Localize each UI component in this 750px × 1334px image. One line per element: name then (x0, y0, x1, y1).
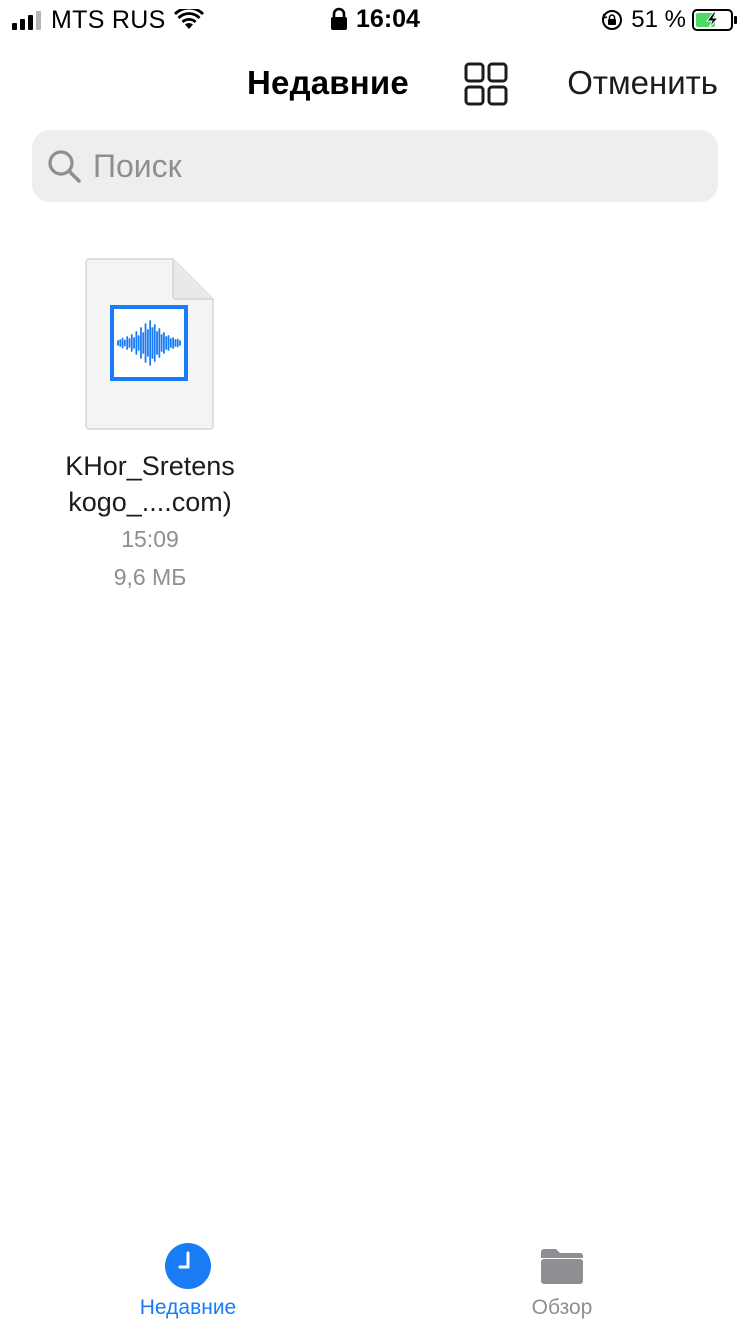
tab-browse-label: Обзор (531, 1296, 593, 1319)
audio-file-icon (85, 258, 214, 430)
status-right: 51 % (601, 6, 738, 34)
status-bar: MTS RUS 16:04 51 % (0, 0, 750, 40)
battery-percent: 51 % (631, 6, 686, 33)
tab-recent[interactable]: Недавние (108, 1242, 268, 1320)
cancel-button[interactable]: Отменить (567, 64, 718, 102)
orientation-lock-icon (602, 10, 623, 30)
tab-browse[interactable]: Обзор (482, 1242, 642, 1320)
tab-recent-label: Недавние (139, 1296, 237, 1319)
clock-icon (165, 1243, 211, 1289)
search-bar[interactable] (32, 130, 718, 202)
grid-view-button[interactable] (464, 62, 508, 106)
search-icon (48, 150, 81, 183)
search-input[interactable] (91, 146, 695, 186)
file-item[interactable]: KHor_Sretens kogo_....com) 15:09 9,6 МБ (40, 258, 260, 596)
tab-bar: Недавние Обзор (0, 1234, 750, 1334)
folder-icon (541, 1249, 583, 1284)
battery-charging-icon (692, 9, 737, 31)
page-title: Недавние (247, 64, 409, 101)
navigation-bar: Недавние Отменить (0, 50, 750, 120)
status-time: 16:04 (356, 4, 420, 33)
file-name: KHor_Sretens kogo_....com) (65, 451, 235, 517)
lock-icon (331, 7, 348, 30)
file-time: 15:09 (121, 526, 179, 552)
grid-view-icon (464, 62, 508, 106)
file-size: 9,6 МБ (113, 564, 187, 590)
